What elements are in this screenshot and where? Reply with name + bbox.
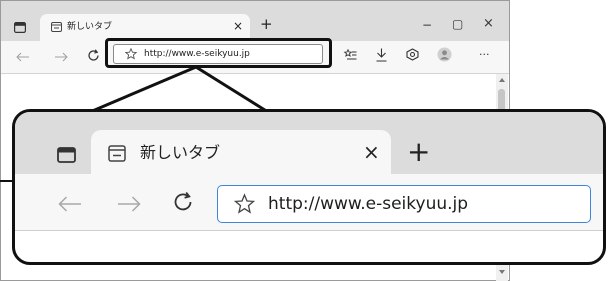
zoom-new-tab: +: [407, 135, 431, 168]
zoom-refresh-icon: [174, 191, 192, 211]
zoom-back-icon: [58, 196, 81, 212]
zoom-address-url: http://www.e-seikyuu.jp: [268, 194, 469, 214]
zoom-close-tab: ×: [363, 140, 380, 164]
zoom-address-bar: http://www.e-seikyuu.jp: [217, 185, 591, 223]
zoom-callout: 新しいタブ × + http://www.e-seikyuu.jp: [12, 109, 606, 265]
zoom-tab-title: 新しいタブ: [140, 143, 221, 162]
zoom-tab-new-tab: [91, 130, 391, 174]
zoom-tab-actions-icon: [57, 147, 76, 163]
zoom-favorite-star-icon: [233, 193, 256, 214]
zoom-forward-icon: [118, 196, 141, 212]
zoom-new-tab-page-icon: [108, 145, 126, 162]
